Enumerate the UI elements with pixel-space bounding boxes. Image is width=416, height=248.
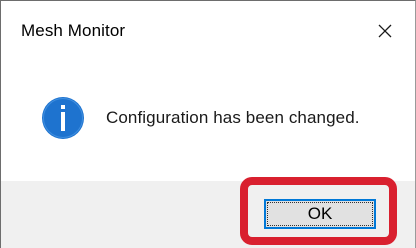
close-icon — [378, 24, 392, 38]
dialog-content: Configuration has been changed. — [1, 61, 415, 181]
close-button[interactable] — [355, 1, 415, 61]
window-title: Mesh Monitor — [21, 21, 126, 40]
info-icon — [42, 97, 84, 139]
title-bar: Mesh Monitor — [1, 1, 415, 61]
message-dialog: Mesh Monitor Configuration has been chan… — [0, 0, 416, 248]
message-text: Configuration has been changed. — [106, 108, 360, 127]
ok-button[interactable]: OK — [264, 199, 376, 229]
